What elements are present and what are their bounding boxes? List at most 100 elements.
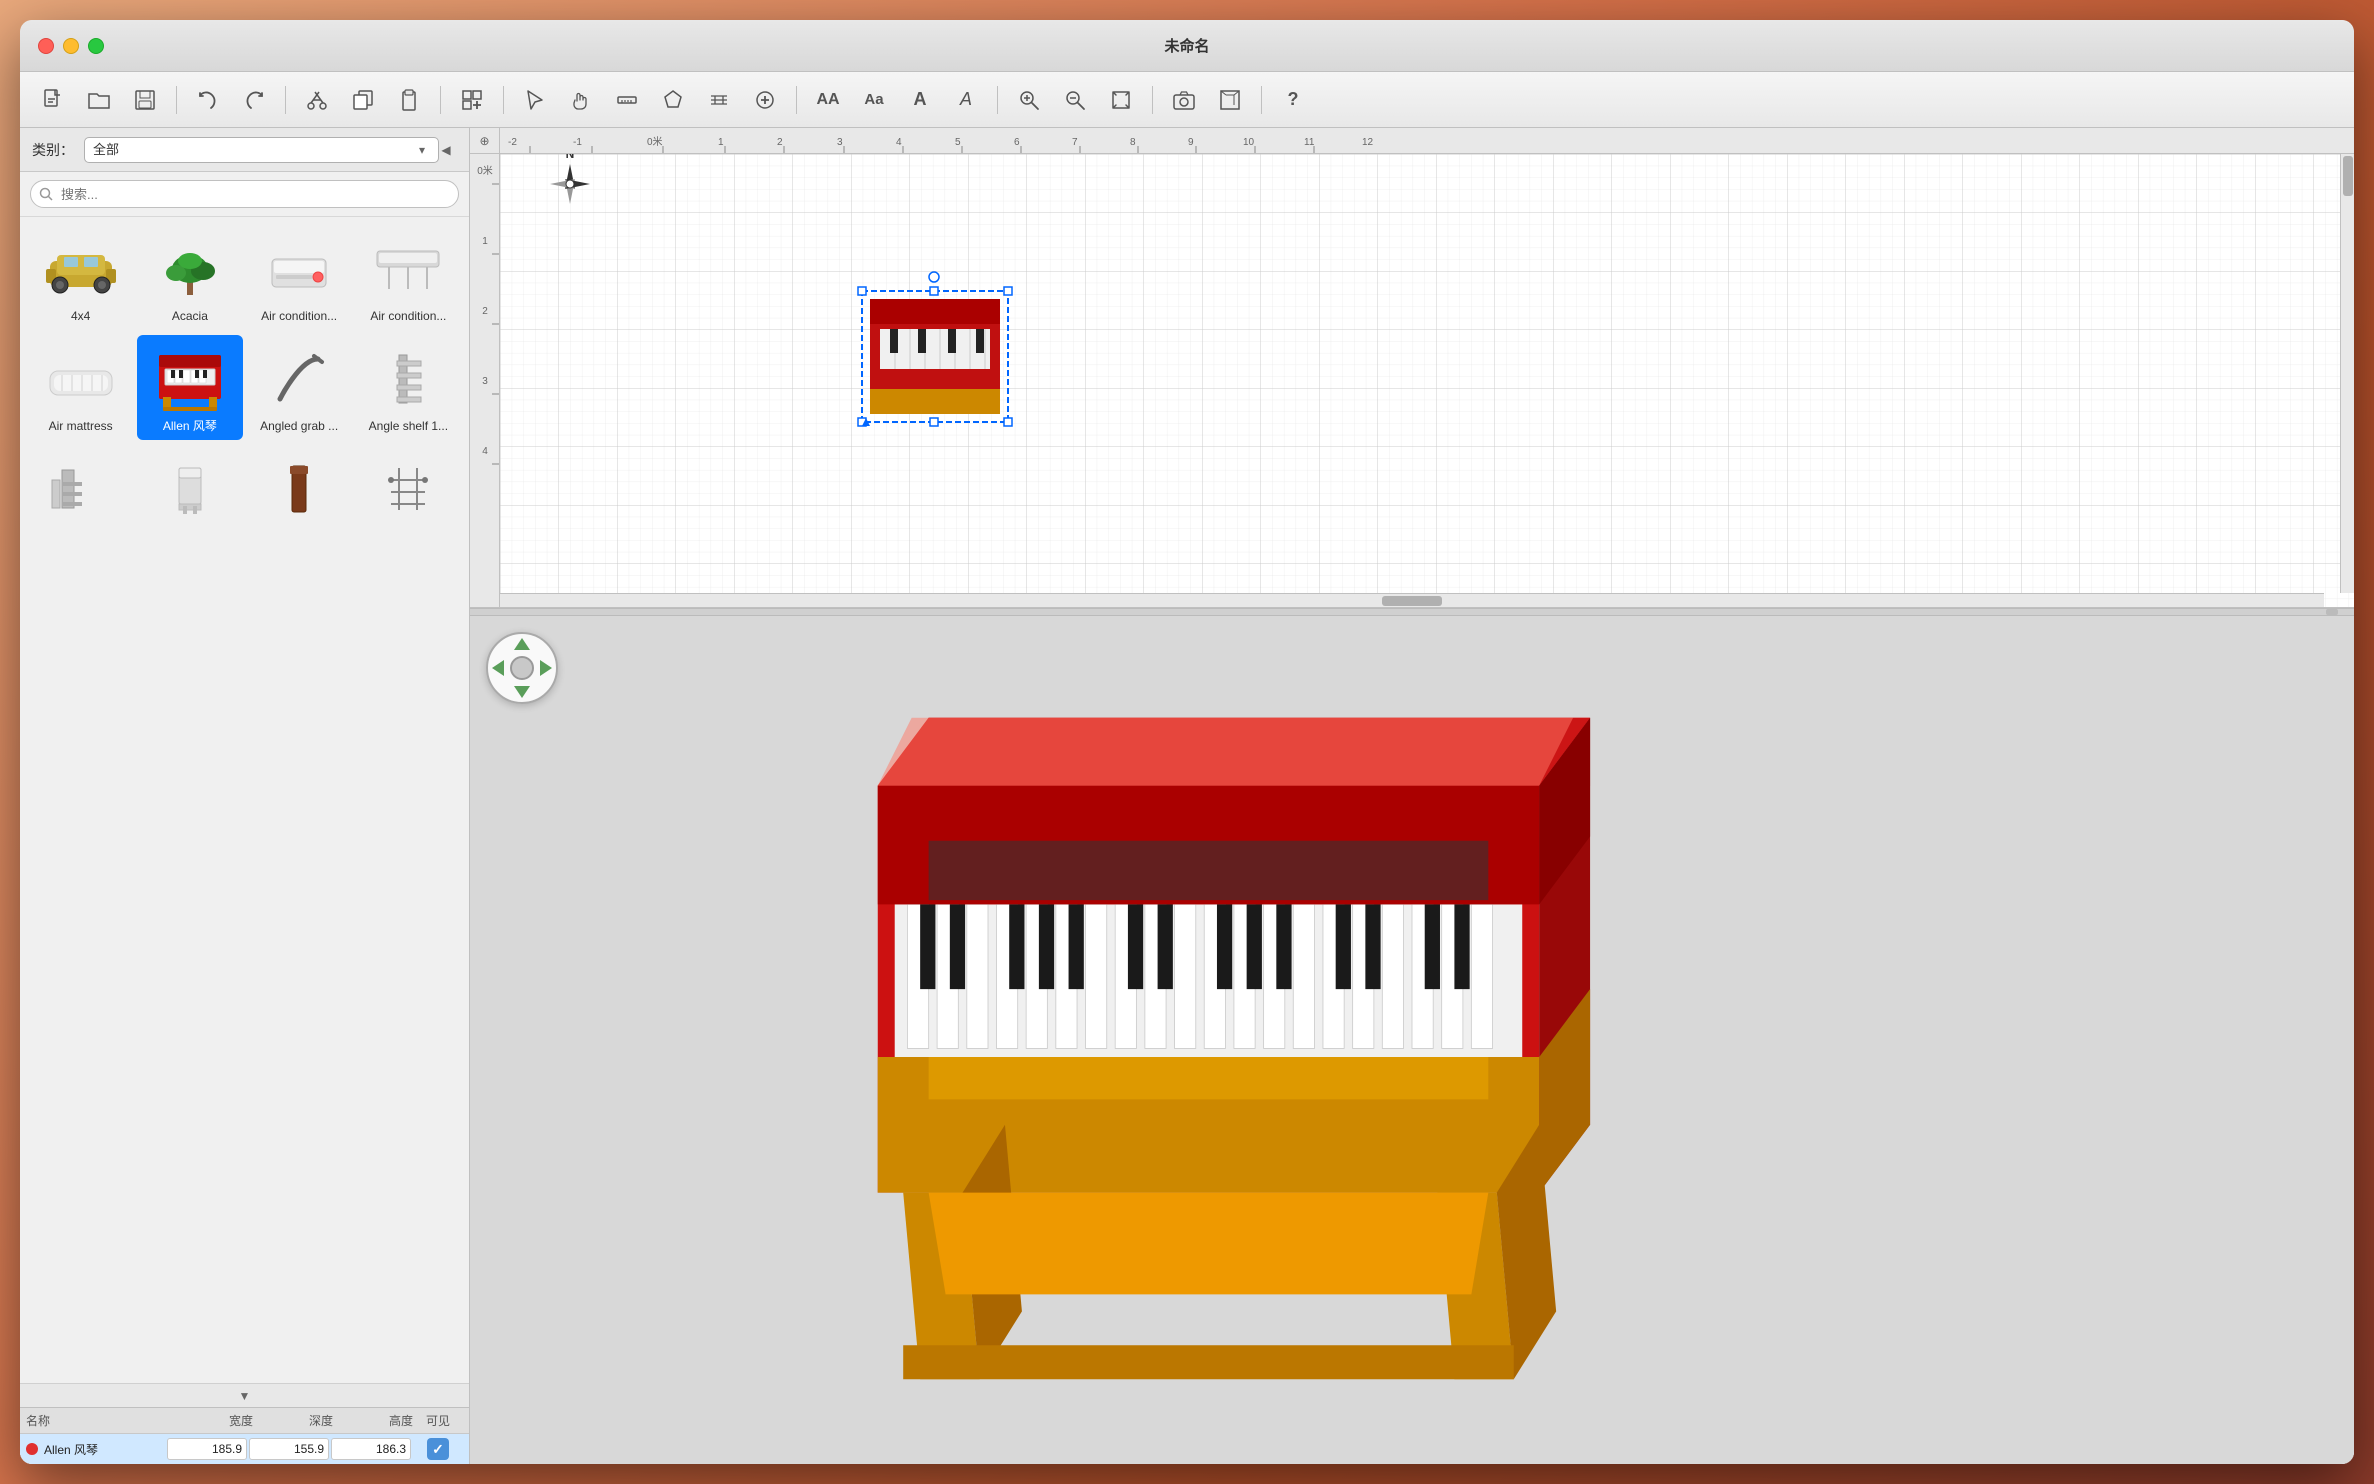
view-2d[interactable]: ⊕ -2 -1 0米 1 2 <box>470 128 2354 608</box>
undo-button[interactable] <box>187 81 229 119</box>
item-icon-angled-grab <box>258 343 340 415</box>
search-input[interactable] <box>30 180 459 208</box>
nav-up-button[interactable] <box>514 638 530 650</box>
grid-item-r2-3[interactable] <box>247 444 352 534</box>
nav-widget <box>486 632 558 704</box>
scrollbar-horizontal[interactable] <box>500 593 2324 607</box>
grid-item-4x4[interactable]: 4x4 <box>28 225 133 331</box>
maximize-button[interactable] <box>88 38 104 54</box>
nav-left-button[interactable] <box>492 660 504 676</box>
grid-item-air-conditioning-2[interactable]: Air condition... <box>356 225 461 331</box>
item-label-air-conditioning-2: Air condition... <box>370 309 446 325</box>
svg-text:10: 10 <box>1243 137 1255 148</box>
zoom-in-button[interactable] <box>1008 81 1050 119</box>
grid-item-r2-4[interactable] <box>356 444 461 534</box>
multi-add-button[interactable] <box>744 81 786 119</box>
scroll-down-icon: ▼ <box>239 1389 251 1403</box>
svg-text:12: 12 <box>1362 137 1374 148</box>
svg-text:7: 7 <box>1072 137 1078 148</box>
item-label-angle-shelf: Angle shelf 1... <box>369 419 448 435</box>
ruler-horizontal: -2 -1 0米 1 2 3 4 5 <box>500 128 2354 154</box>
props-width-input[interactable] <box>167 1438 247 1460</box>
main-content: 类别： 全部 ▾ ◀ <box>20 128 2354 1464</box>
view-3d-canvas <box>470 616 2354 1464</box>
item-icon-acacia <box>149 233 231 305</box>
view-splitter[interactable] <box>470 608 2354 616</box>
save-file-button[interactable] <box>124 81 166 119</box>
zoom-fit-button[interactable] <box>1100 81 1142 119</box>
props-row: Allen 风琴 ✓ <box>20 1434 469 1464</box>
camera-button[interactable] <box>1163 81 1205 119</box>
svg-text:1: 1 <box>718 137 724 148</box>
minimize-button[interactable] <box>63 38 79 54</box>
svg-text:4: 4 <box>896 137 902 148</box>
nav-circle <box>486 632 558 704</box>
properties-panel: 名称 宽度 深度 高度 可见 Allen 风琴 ✓ <box>20 1407 469 1464</box>
text-size-medium-button[interactable]: Aa <box>853 81 895 119</box>
help-button[interactable]: ? <box>1272 81 1314 119</box>
sep-8 <box>1261 86 1262 114</box>
ruler-corner: ⊕ <box>470 128 500 154</box>
polygon-button[interactable] <box>652 81 694 119</box>
sep-7 <box>1152 86 1153 114</box>
cut-button[interactable] <box>296 81 338 119</box>
props-depth-input[interactable] <box>249 1438 329 1460</box>
sep-6 <box>997 86 998 114</box>
3d-view-button[interactable] <box>1209 81 1251 119</box>
nav-right-button[interactable] <box>540 660 552 676</box>
view-3d[interactable] <box>470 616 2354 1464</box>
prop-col-height: 高度 <box>333 1412 413 1429</box>
nav-down-button[interactable] <box>514 686 530 698</box>
add-item-button[interactable] <box>451 81 493 119</box>
svg-text:2: 2 <box>482 306 488 317</box>
zoom-out-button[interactable] <box>1054 81 1096 119</box>
canvas-2d[interactable]: N <box>500 154 2354 607</box>
item-label-4x4: 4x4 <box>71 309 90 325</box>
search-bar <box>20 172 469 217</box>
measure-button[interactable] <box>606 81 648 119</box>
new-document-button[interactable] <box>32 81 74 119</box>
svg-text:6: 6 <box>1014 137 1020 148</box>
nav-center-button[interactable] <box>510 656 534 680</box>
open-file-button[interactable] <box>78 81 120 119</box>
grid-item-r2-2[interactable] <box>137 444 242 534</box>
window-title: 未命名 <box>1164 35 1209 56</box>
prop-col-name: 名称 <box>26 1412 173 1429</box>
item-icon-r2-4 <box>367 452 449 524</box>
grid-item-acacia[interactable]: Acacia <box>137 225 242 331</box>
grid-item-air-conditioning-1[interactable]: Air condition... <box>247 225 352 331</box>
props-visible-check[interactable]: ✓ <box>413 1438 463 1460</box>
item-icon-air-mattress <box>40 343 122 415</box>
grid-item-air-mattress[interactable]: Air mattress <box>28 335 133 441</box>
item-icon-r2-3 <box>258 452 340 524</box>
props-name-field: Allen 风琴 <box>26 1441 165 1458</box>
items-grid: 4x4 Acacia <box>20 217 469 1383</box>
select-button[interactable] <box>514 81 556 119</box>
svg-text:4: 4 <box>482 446 488 457</box>
close-button[interactable] <box>38 38 54 54</box>
text-style-button[interactable]: A <box>945 81 987 119</box>
copy-button[interactable] <box>342 81 384 119</box>
main-window: 未命名 <box>20 20 2354 1464</box>
grid-item-angled-grab[interactable]: Angled grab ... <box>247 335 352 441</box>
item-icon-air-conditioning-2 <box>367 233 449 305</box>
scrollbar-vertical-2d[interactable] <box>2340 154 2354 593</box>
category-select[interactable]: 全部 <box>84 137 439 163</box>
scroll-down-button[interactable]: ▼ <box>20 1383 469 1407</box>
right-panel: ⊕ -2 -1 0米 1 2 <box>470 128 2354 1464</box>
hand-button[interactable] <box>560 81 602 119</box>
svg-text:N: N <box>566 154 575 161</box>
prop-col-visible: 可见 <box>413 1412 463 1429</box>
text-size-large-button[interactable]: AA <box>807 81 849 119</box>
paste-button[interactable] <box>388 81 430 119</box>
text-button[interactable]: A <box>899 81 941 119</box>
svg-text:8: 8 <box>1130 137 1136 148</box>
grid-item-angle-shelf[interactable]: Angle shelf 1... <box>356 335 461 441</box>
svg-text:1: 1 <box>482 236 488 247</box>
grid-item-r2-1[interactable] <box>28 444 133 534</box>
item-icon-allen-fengqin <box>149 343 231 415</box>
wall-button[interactable] <box>698 81 740 119</box>
redo-button[interactable] <box>233 81 275 119</box>
props-height-input[interactable] <box>331 1438 411 1460</box>
grid-item-allen-fengqin[interactable]: Allen 风琴 <box>137 335 242 441</box>
